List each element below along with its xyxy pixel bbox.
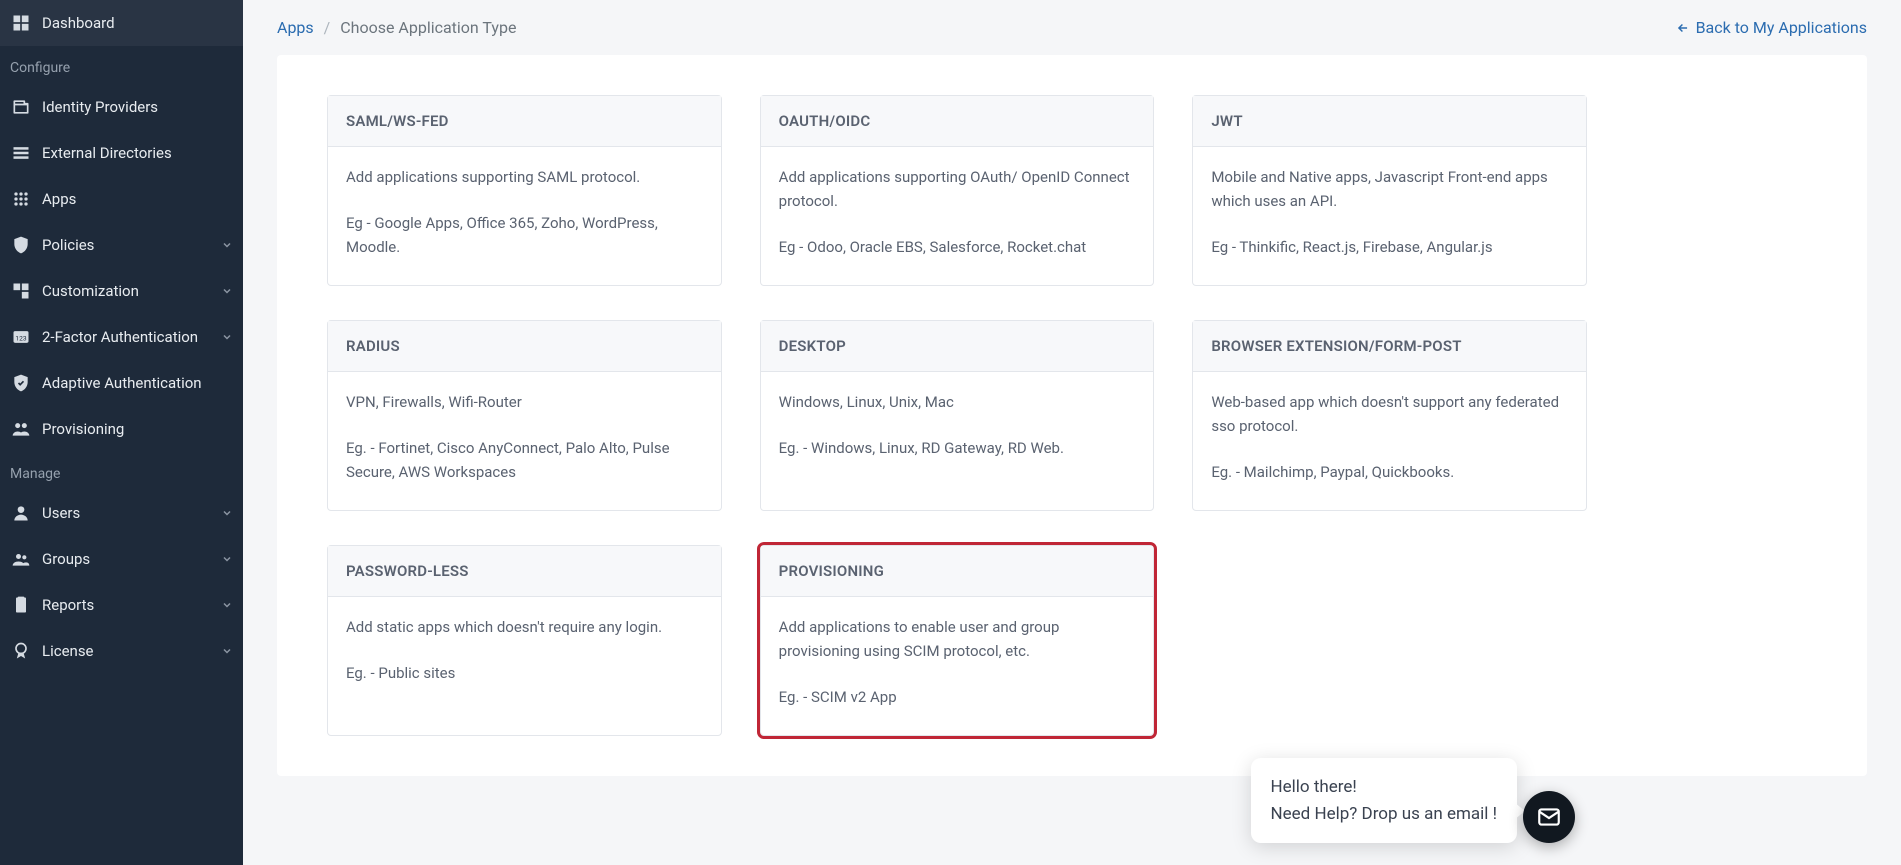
- customization-icon: [10, 280, 32, 302]
- sidebar-item-label: Adaptive Authentication: [42, 374, 233, 392]
- card-examples: Eg - Thinkific, React.js, Firebase, Angu…: [1211, 235, 1568, 259]
- sidebar-item-customization[interactable]: Customization: [0, 268, 243, 314]
- app-type-card-saml[interactable]: SAML/WS-FED Add applications supporting S…: [327, 95, 722, 286]
- sidebar-item-label: Apps: [42, 190, 233, 208]
- back-link-label: Back to My Applications: [1696, 18, 1867, 37]
- sidebar-item-label: Dashboard: [42, 14, 233, 32]
- chat-launcher-button[interactable]: [1523, 791, 1575, 843]
- directories-icon: [10, 142, 32, 164]
- card-title: PROVISIONING: [761, 546, 1154, 597]
- card-examples: Eg - Odoo, Oracle EBS, Salesforce, Rocke…: [779, 235, 1136, 259]
- back-to-applications-link[interactable]: Back to My Applications: [1676, 18, 1867, 37]
- chevron-down-icon: [221, 507, 233, 519]
- reports-icon: [10, 594, 32, 616]
- sidebar-item-reports[interactable]: Reports: [0, 582, 243, 628]
- sidebar-item-two-factor[interactable]: 123 2-Factor Authentication: [0, 314, 243, 360]
- sidebar-item-label: Groups: [42, 550, 221, 568]
- sidebar-item-label: Policies: [42, 236, 221, 254]
- card-description: Windows, Linux, Unix, Mac: [779, 390, 1136, 414]
- groups-icon: [10, 548, 32, 570]
- breadcrumb-separator: /: [324, 18, 331, 37]
- main-content: Apps / Choose Application Type Back to M…: [243, 0, 1901, 865]
- card-title: DESKTOP: [761, 321, 1154, 372]
- card-description: Add applications supporting SAML protoco…: [346, 165, 703, 189]
- idp-icon: [10, 96, 32, 118]
- sidebar-section-configure: Configure: [0, 46, 243, 84]
- card-description: VPN, Firewalls, Wifi-Router: [346, 390, 703, 414]
- application-type-cards: SAML/WS-FED Add applications supporting S…: [327, 95, 1587, 736]
- provisioning-icon: [10, 418, 32, 440]
- chat-line-2: Need Help? Drop us an email !: [1271, 801, 1498, 827]
- chevron-down-icon: [221, 645, 233, 657]
- card-title: OAUTH/OIDC: [761, 96, 1154, 147]
- sidebar: Dashboard Configure Identity Providers Ex…: [0, 0, 243, 865]
- sidebar-item-apps[interactable]: Apps: [0, 176, 243, 222]
- app-type-card-jwt[interactable]: JWT Mobile and Native apps, Javascript Fr…: [1192, 95, 1587, 286]
- breadcrumb-current: Choose Application Type: [340, 18, 516, 37]
- sidebar-item-groups[interactable]: Groups: [0, 536, 243, 582]
- card-description: Mobile and Native apps, Javascript Front…: [1211, 165, 1568, 213]
- card-examples: Eg. - Mailchimp, Paypal, Quickbooks.: [1211, 460, 1568, 484]
- app-type-card-passwordless[interactable]: PASSWORD-LESS Add static apps which doesn…: [327, 545, 722, 736]
- breadcrumb: Apps / Choose Application Type: [277, 18, 516, 37]
- card-description: Add applications supporting OAuth/ OpenI…: [779, 165, 1136, 213]
- app-type-card-radius[interactable]: RADIUS VPN, Firewalls, Wifi-Router Eg. - F…: [327, 320, 722, 511]
- card-title: PASSWORD-LESS: [328, 546, 721, 597]
- card-description: Add applications to enable user and grou…: [779, 615, 1136, 663]
- card-title: JWT: [1193, 96, 1586, 147]
- card-examples: Eg. - Windows, Linux, RD Gateway, RD Web…: [779, 436, 1136, 460]
- sidebar-item-label: Customization: [42, 282, 221, 300]
- sidebar-item-external-directories[interactable]: External Directories: [0, 130, 243, 176]
- sidebar-item-provisioning[interactable]: Provisioning: [0, 406, 243, 452]
- twofa-icon: 123: [10, 326, 32, 348]
- sidebar-item-dashboard[interactable]: Dashboard: [0, 0, 243, 46]
- dashboard-icon: [10, 12, 32, 34]
- users-icon: [10, 502, 32, 524]
- card-examples: Eg. - SCIM v2 App: [779, 685, 1136, 709]
- card-title: RADIUS: [328, 321, 721, 372]
- app-type-card-desktop[interactable]: DESKTOP Windows, Linux, Unix, Mac Eg. - Wi…: [760, 320, 1155, 511]
- sidebar-item-users[interactable]: Users: [0, 490, 243, 536]
- card-examples: Eg. - Public sites: [346, 661, 703, 685]
- chevron-down-icon: [221, 553, 233, 565]
- chevron-down-icon: [221, 331, 233, 343]
- sidebar-item-label: License: [42, 642, 221, 660]
- card-title: BROWSER EXTENSION/FORM-POST: [1193, 321, 1586, 372]
- adaptive-icon: [10, 372, 32, 394]
- mail-icon: [1536, 804, 1562, 830]
- app-type-card-oauth[interactable]: OAUTH/OIDC Add applications supporting OA…: [760, 95, 1155, 286]
- card-examples: Eg - Google Apps, Office 365, Zoho, Word…: [346, 211, 703, 259]
- card-examples: Eg. - Fortinet, Cisco AnyConnect, Palo A…: [346, 436, 703, 484]
- card-title: SAML/WS-FED: [328, 96, 721, 147]
- sidebar-item-label: Reports: [42, 596, 221, 614]
- sidebar-item-label: External Directories: [42, 144, 233, 162]
- sidebar-section-manage: Manage: [0, 452, 243, 490]
- chevron-down-icon: [221, 285, 233, 297]
- sidebar-item-identity-providers[interactable]: Identity Providers: [0, 84, 243, 130]
- arrow-left-icon: [1676, 21, 1690, 35]
- policies-icon: [10, 234, 32, 256]
- app-type-card-browser-ext[interactable]: BROWSER EXTENSION/FORM-POST Web-based app…: [1192, 320, 1587, 511]
- apps-icon: [10, 188, 32, 210]
- svg-text:123: 123: [15, 334, 26, 342]
- sidebar-item-label: Identity Providers: [42, 98, 233, 116]
- chat-tooltip: Hello there! Need Help? Drop us an email…: [1251, 758, 1518, 843]
- sidebar-item-label: Provisioning: [42, 420, 233, 438]
- sidebar-item-license[interactable]: License: [0, 628, 243, 674]
- app-type-card-provisioning-card[interactable]: PROVISIONING Add applications to enable u…: [760, 545, 1155, 736]
- card-description: Add static apps which doesn't require an…: [346, 615, 703, 639]
- breadcrumb-root[interactable]: Apps: [277, 18, 314, 37]
- sidebar-item-policies[interactable]: Policies: [0, 222, 243, 268]
- chevron-down-icon: [221, 599, 233, 611]
- chat-line-1: Hello there!: [1271, 774, 1498, 800]
- card-description: Web-based app which doesn't support any …: [1211, 390, 1568, 438]
- sidebar-item-adaptive-auth[interactable]: Adaptive Authentication: [0, 360, 243, 406]
- sidebar-item-label: Users: [42, 504, 221, 522]
- sidebar-item-label: 2-Factor Authentication: [42, 328, 221, 346]
- license-icon: [10, 640, 32, 662]
- chevron-down-icon: [221, 239, 233, 251]
